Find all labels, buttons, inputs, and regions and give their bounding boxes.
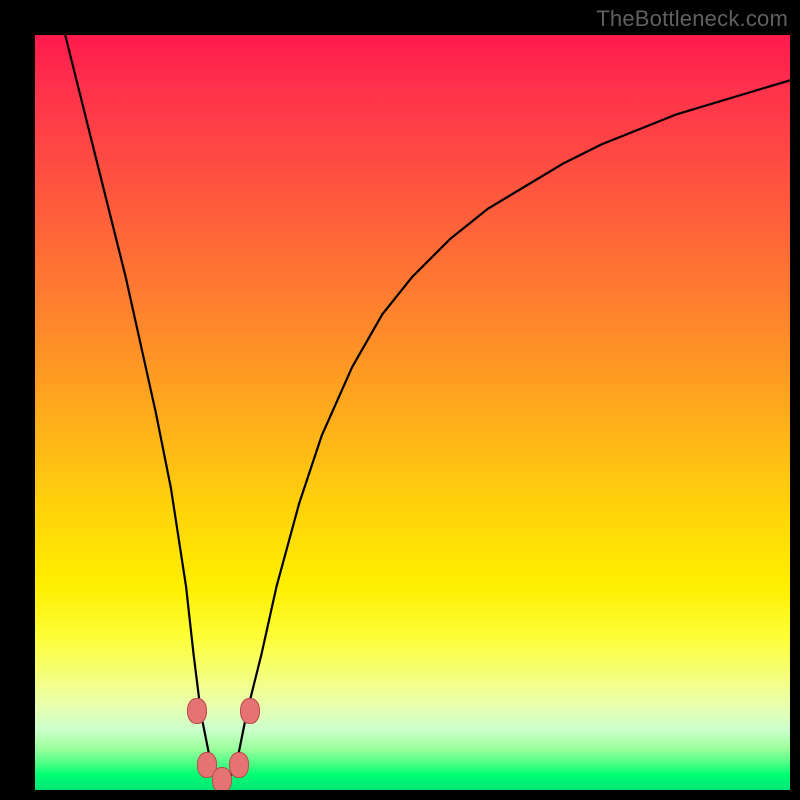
plot-area — [35, 35, 790, 790]
curve-markers — [35, 35, 790, 790]
curve-marker — [240, 698, 260, 724]
watermark-text: TheBottleneck.com — [596, 6, 788, 32]
curve-marker — [187, 698, 207, 724]
curve-marker — [229, 752, 249, 778]
chart-frame: TheBottleneck.com — [0, 0, 800, 800]
